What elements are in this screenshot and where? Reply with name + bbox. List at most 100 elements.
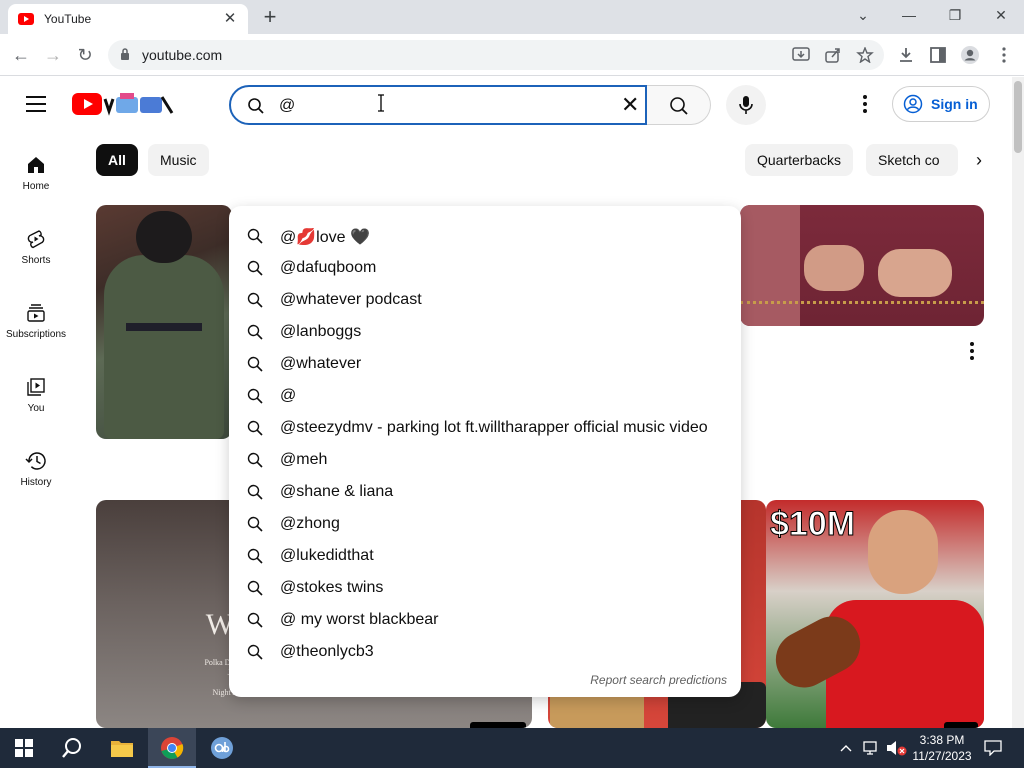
video-thumbnail[interactable]: $10M bbox=[766, 500, 984, 728]
chip-quarterbacks[interactable]: Quarterbacks bbox=[745, 144, 854, 176]
side-panel-icon[interactable] bbox=[928, 45, 948, 65]
close-window-button[interactable]: ✕ bbox=[986, 4, 1016, 26]
guide-item-shorts[interactable]: Shorts bbox=[0, 229, 72, 266]
youtube-doodle-logo[interactable] bbox=[72, 91, 176, 117]
suggestion-text: @shane & liana bbox=[280, 483, 394, 500]
report-search-predictions-link[interactable]: Report search predictions bbox=[590, 673, 727, 687]
taskbar-file-explorer[interactable] bbox=[98, 728, 146, 768]
suggestion-item[interactable]: @whatever bbox=[229, 348, 741, 380]
guide-label-home: Home bbox=[22, 181, 50, 192]
suggestion-text: @whatever podcast bbox=[280, 291, 422, 308]
search-icon bbox=[247, 228, 263, 244]
chrome-icon bbox=[161, 737, 184, 759]
guide-item-history[interactable]: History bbox=[0, 451, 72, 488]
account-circle-icon bbox=[903, 94, 923, 114]
taskbar-chrome[interactable] bbox=[148, 728, 196, 768]
suggestion-text: @ bbox=[280, 387, 297, 404]
guide-menu-icon[interactable] bbox=[26, 96, 46, 112]
guide-label-shorts: Shorts bbox=[21, 255, 51, 266]
start-button[interactable] bbox=[0, 728, 48, 768]
search-icon bbox=[247, 548, 263, 564]
suggestion-text: @whatever bbox=[280, 355, 362, 372]
search-suggestions-dropdown: @💋love 🖤 @dafuqboom @whatever podcast @lanb… bbox=[229, 206, 741, 697]
chevron-right-icon[interactable]: › bbox=[968, 149, 990, 171]
search-button[interactable] bbox=[647, 85, 711, 125]
settings-more-icon[interactable] bbox=[858, 93, 872, 117]
downloads-icon[interactable] bbox=[896, 45, 916, 65]
suggestion-item[interactable]: @ my worst blackbear bbox=[229, 604, 741, 636]
address-bar[interactable]: youtube.com bbox=[108, 40, 884, 70]
forward-button[interactable]: → bbox=[40, 42, 66, 68]
shorts-icon bbox=[27, 230, 45, 249]
browser-toolbar: ← → ↻ youtube.com bbox=[0, 34, 1024, 76]
new-tab-button[interactable]: + bbox=[258, 6, 282, 30]
suggestion-text: @meh bbox=[280, 451, 328, 468]
volume-muted-icon[interactable] bbox=[886, 740, 908, 756]
guide-item-you[interactable]: You bbox=[0, 377, 72, 414]
you-icon bbox=[27, 378, 45, 396]
chip-sketch-comedy[interactable]: Sketch co bbox=[866, 144, 958, 176]
suggestion-text: @theonlycb3 bbox=[280, 643, 374, 660]
tab-search-chevron-icon[interactable]: ⌄ bbox=[848, 4, 878, 26]
suggestion-text: @lukedidthat bbox=[280, 547, 374, 564]
guide-label-you: You bbox=[27, 403, 45, 414]
voice-search-button[interactable] bbox=[726, 85, 766, 125]
windows-logo-icon bbox=[15, 739, 33, 757]
suggestion-item[interactable]: @dafuqboom bbox=[229, 252, 741, 284]
suggestion-item[interactable]: @ bbox=[229, 380, 741, 412]
video-more-actions-icon[interactable] bbox=[968, 342, 976, 362]
reload-button[interactable]: ↻ bbox=[72, 42, 98, 68]
chip-all[interactable]: All bbox=[96, 144, 138, 176]
taskbar-search-button[interactable] bbox=[48, 728, 96, 768]
suggestion-item[interactable]: @theonlycb3 bbox=[229, 636, 741, 668]
search-icon bbox=[248, 98, 264, 114]
text-cursor-icon bbox=[378, 94, 384, 112]
browser-tab[interactable]: YouTube ✕ bbox=[8, 4, 248, 34]
network-icon[interactable] bbox=[862, 740, 880, 756]
suggestion-item[interactable]: @meh bbox=[229, 444, 741, 476]
search-icon bbox=[247, 292, 263, 308]
notifications-icon[interactable] bbox=[984, 740, 1002, 756]
taskbar-clock[interactable]: 3:38 PM 11/27/2023 bbox=[910, 732, 974, 764]
share-icon[interactable] bbox=[824, 47, 842, 63]
guide-item-subscriptions[interactable]: Subscriptions bbox=[0, 303, 72, 340]
suggestion-item[interactable]: @lukedidthat bbox=[229, 540, 741, 572]
suggestion-item[interactable]: @whatever podcast bbox=[229, 284, 741, 316]
clear-search-icon[interactable]: ✕ bbox=[621, 94, 639, 116]
search-input[interactable]: @ ✕ bbox=[229, 85, 647, 125]
windows-taskbar: 3:38 PM 11/27/2023 bbox=[0, 728, 1024, 768]
suggestion-item[interactable]: @steezydmv - parking lot ft.willtharappe… bbox=[229, 412, 741, 444]
minimize-button[interactable]: — bbox=[894, 4, 924, 26]
suggestion-item[interactable]: @stokes twins bbox=[229, 572, 741, 604]
bookmark-star-icon[interactable] bbox=[856, 47, 874, 63]
chrome-menu-icon[interactable] bbox=[994, 45, 1014, 65]
tab-close-icon[interactable]: ✕ bbox=[222, 11, 238, 27]
youtube-favicon-icon bbox=[18, 13, 34, 25]
search-icon bbox=[247, 484, 263, 500]
back-button[interactable]: ← bbox=[8, 42, 34, 68]
profile-avatar-icon[interactable] bbox=[960, 45, 980, 65]
suggestion-text: @💋love 🖤 bbox=[280, 229, 370, 246]
suggestion-item[interactable]: @zhong bbox=[229, 508, 741, 540]
suggestion-item[interactable]: @shane & liana bbox=[229, 476, 741, 508]
restore-button[interactable]: ❐ bbox=[940, 4, 970, 26]
video-thumbnail[interactable] bbox=[740, 205, 984, 326]
chip-music[interactable]: Music bbox=[148, 144, 209, 176]
page-scrollbar[interactable] bbox=[1012, 77, 1024, 728]
suggestion-item[interactable]: @💋love 🖤 bbox=[229, 220, 741, 252]
subscriptions-icon bbox=[27, 304, 45, 322]
address-url: youtube.com bbox=[142, 47, 223, 63]
sign-in-button[interactable]: Sign in bbox=[892, 86, 990, 122]
lock-icon bbox=[121, 48, 129, 60]
install-app-icon[interactable] bbox=[792, 47, 810, 63]
taskbar-qbittorrent[interactable] bbox=[198, 728, 246, 768]
suggestion-item[interactable]: @lanboggs bbox=[229, 316, 741, 348]
chevron-up-icon[interactable] bbox=[840, 743, 852, 753]
video-thumbnail[interactable] bbox=[96, 205, 232, 439]
search-icon bbox=[247, 452, 263, 468]
scrollbar-thumb[interactable] bbox=[1014, 81, 1022, 153]
folder-icon bbox=[111, 741, 133, 757]
tab-title: YouTube bbox=[44, 12, 92, 26]
guide-item-home[interactable]: Home bbox=[0, 155, 72, 192]
suggestion-text: @steezydmv - parking lot ft.willtharappe… bbox=[280, 419, 708, 436]
